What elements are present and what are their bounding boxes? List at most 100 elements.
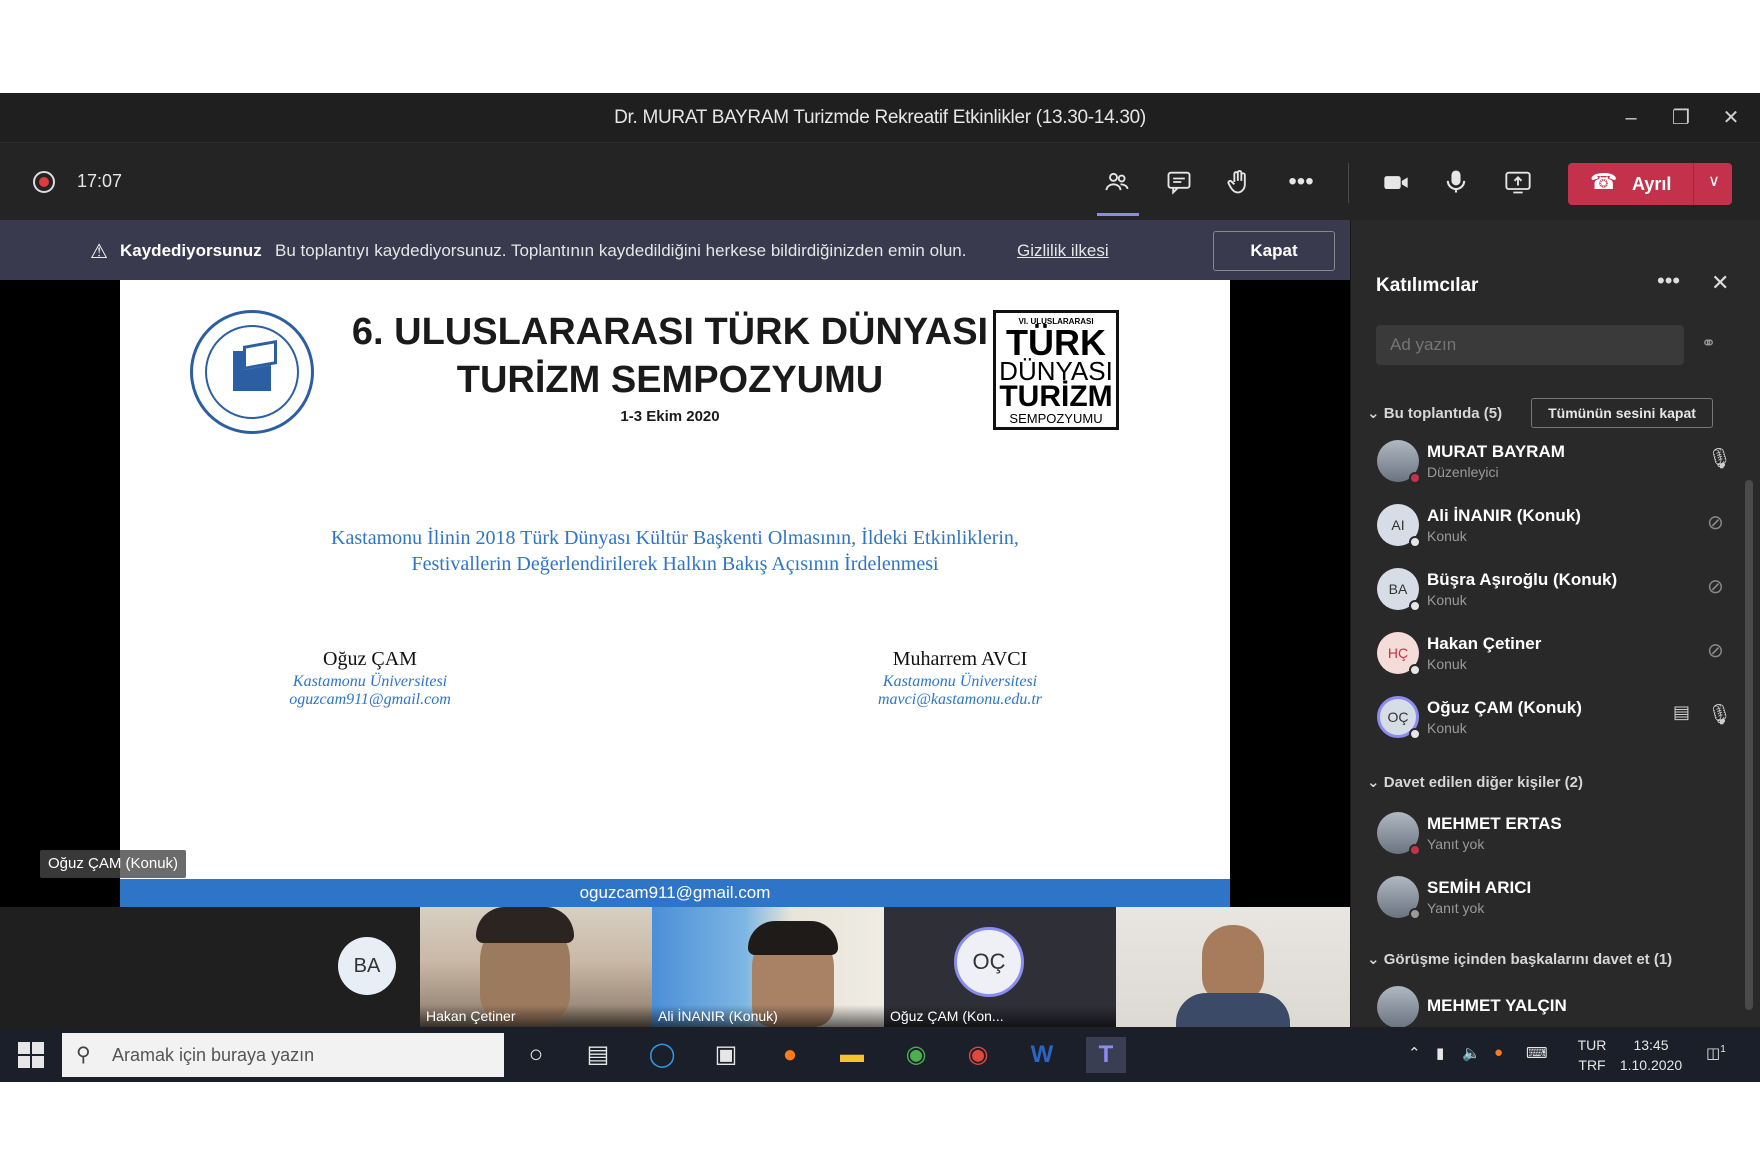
chrome-icon[interactable]: ◉ (896, 1037, 936, 1073)
participant-row[interactable]: SEMİH ARICI Yanıt yok (1351, 870, 1741, 928)
windows-start-icon[interactable] (18, 1042, 44, 1068)
restore-icon[interactable]: ❐ (1666, 103, 1696, 133)
presentation-slide: 6. ULUSLARARASI TÜRK DÜNYASI TURİZM SEMP… (120, 280, 1230, 907)
minimize-icon[interactable]: – (1616, 103, 1646, 133)
participant-row[interactable]: AI Ali İNANIR (Konuk) Konuk ⊘ (1351, 498, 1741, 556)
more-icon[interactable]: ••• (1281, 163, 1321, 201)
participants-panel: Katılımcılar ••• ✕ ⚭ ⌄ Bu toplantıda (5)… (1350, 220, 1760, 1027)
chrome-profile-icon[interactable]: ◉ (958, 1037, 998, 1073)
teams-window: Dr. MURAT BAYRAM Turizmde Rekreatif Etki… (0, 93, 1760, 1082)
share-invite-icon[interactable]: ⚭ (1701, 333, 1716, 354)
participants-icon[interactable] (1097, 163, 1137, 201)
language-indicator[interactable]: TUR TRF (1576, 1035, 1608, 1075)
recording-banner: ⚠ Kaydediyorsunuz Bu toplantıyı kaydediy… (0, 220, 1350, 280)
battery-icon[interactable]: ▮ (1436, 1044, 1444, 1062)
volume-icon[interactable]: 🔈 (1462, 1044, 1481, 1062)
status-badge (1409, 536, 1421, 548)
teams-icon[interactable]: T (1086, 1037, 1126, 1073)
edge-icon[interactable]: ◯ (642, 1037, 682, 1073)
video-tile[interactable]: OÇ Oğuz ÇAM (Kon... (884, 907, 1116, 1027)
microphone-muted-icon: ⊘ (1707, 512, 1724, 534)
participant-row[interactable]: MEHMET ERTAS Yanıt yok (1351, 806, 1741, 864)
participant-hair (748, 921, 838, 955)
logo-line-4: SEMPOZYUMU (1009, 411, 1103, 426)
warning-icon: ⚠ (90, 241, 108, 263)
toolbar-separator (1348, 163, 1349, 203)
microphone-muted-icon: ⊘ (1707, 576, 1724, 598)
author-name: Oğuz ÇAM (323, 648, 417, 670)
section-suggested[interactable]: ⌄ Görüşme içinden başkalarını davet et (… (1367, 950, 1672, 968)
microphone-icon: 🎙 (1707, 448, 1733, 470)
firefox-icon[interactable]: ● (770, 1037, 810, 1073)
tile-name: Oğuz ÇAM (Kon... (884, 1005, 1116, 1027)
leave-separator (1693, 163, 1694, 205)
slide-title-line1: 6. ULUSLARARASI TÜRK DÜNYASI (351, 311, 989, 353)
status-badge (1409, 844, 1421, 856)
camera-icon[interactable] (1376, 163, 1416, 201)
meeting-toolbar: 17:07 ••• ☎ Ayrıl ∨ (0, 143, 1760, 220)
video-tile[interactable] (1116, 907, 1350, 1027)
avatar (1377, 986, 1419, 1027)
task-view-icon[interactable]: ▤ (578, 1037, 618, 1073)
section-in-meeting[interactable]: ⌄ Bu toplantıda (5) (1367, 404, 1502, 422)
banner-close-button[interactable]: Kapat (1213, 231, 1335, 271)
participant-row[interactable]: MEHMET YALÇIN (1351, 980, 1741, 1027)
participant-search-input[interactable] (1376, 325, 1684, 365)
cortana-icon[interactable]: ○ (516, 1037, 556, 1073)
presenter-name-tag: Oğuz ÇAM (Konuk) (40, 850, 187, 878)
participant-name: Oğuz ÇAM (Konuk) (1427, 698, 1582, 717)
chevron-up-icon[interactable]: ⌃ (1408, 1044, 1421, 1062)
leave-label: Ayrıl (1632, 174, 1672, 194)
participant-video (1202, 925, 1264, 1003)
privacy-policy-link[interactable]: Gizlilik ilkesi (1017, 241, 1109, 261)
participant-role: Yanıt yok (1427, 900, 1485, 916)
close-icon[interactable]: ✕ (1711, 270, 1729, 296)
section-label: Bu toplantıda (5) (1383, 405, 1503, 422)
chat-icon[interactable] (1159, 163, 1199, 201)
file-explorer-icon[interactable]: ▬ (832, 1037, 872, 1073)
chevron-down-icon[interactable]: ∨ (1700, 171, 1728, 191)
video-tile[interactable]: Hakan Çetiner (420, 907, 652, 1027)
share-screen-icon[interactable] (1498, 163, 1538, 201)
raise-hand-icon[interactable] (1219, 163, 1259, 201)
avatar[interactable]: BA (338, 937, 396, 995)
leave-button[interactable]: ☎ Ayrıl ∨ (1568, 163, 1732, 205)
scrollbar[interactable] (1745, 480, 1753, 1010)
word-icon[interactable]: W (1022, 1037, 1062, 1073)
taskbar-search-input[interactable]: ⚲ Aramak için buraya yazın (62, 1033, 504, 1077)
keyboard-icon[interactable]: ⌨ (1526, 1044, 1548, 1062)
slide-title: 6. ULUSLARARASI TÜRK DÜNYASI TURİZM SEMP… (280, 308, 1060, 404)
window-title: Dr. MURAT BAYRAM Turizmde Rekreatif Etki… (614, 107, 1146, 128)
video-strip: BA Hakan Çetiner Ali İNANIR (Konuk) OÇ O… (0, 907, 1350, 1027)
paper-title: Kastamonu İlinin 2018 Türk Dünyası Kültü… (270, 525, 1080, 577)
mute-all-button[interactable]: Tümünün sesini kapat (1531, 398, 1713, 428)
participant-role: Yanıt yok (1427, 836, 1485, 852)
panel-title: Katılımcılar (1376, 275, 1479, 296)
participant-name: Büşra Aşıroğlu (Konuk) (1427, 570, 1618, 589)
status-badge (1409, 728, 1421, 740)
section-invited[interactable]: ⌄ Davet edilen diğer kişiler (2) (1367, 773, 1583, 791)
language-top: TUR (1577, 1037, 1607, 1053)
sharing-icon: ▤ (1673, 702, 1691, 722)
update-icon[interactable]: ● (1494, 1044, 1503, 1061)
microphone-icon[interactable] (1436, 163, 1476, 201)
participant-row[interactable]: BA Büşra Aşıroğlu (Konuk) Konuk ⊘ (1351, 562, 1741, 620)
close-icon[interactable]: ✕ (1716, 103, 1746, 133)
store-icon[interactable]: ▣ (706, 1037, 746, 1073)
participant-role: Konuk (1427, 592, 1467, 608)
video-tile[interactable]: Ali İNANIR (Konuk) (652, 907, 884, 1027)
author-email: oguzcam911@gmail.com (289, 691, 451, 708)
participant-row[interactable]: OÇ Oğuz ÇAM (Konuk) Konuk ▤ 🎙 (1351, 690, 1741, 748)
language-bottom: TRF (1578, 1057, 1606, 1073)
section-label: Davet edilen diğer kişiler (2) (1383, 774, 1583, 791)
notifications-icon[interactable]: ◫1 (1706, 1044, 1726, 1062)
taskbar-clock[interactable]: 13:45 1.10.2020 (1618, 1035, 1684, 1075)
title-bar: Dr. MURAT BAYRAM Turizmde Rekreatif Etki… (0, 93, 1760, 143)
microphone-icon: 🎙 (1707, 704, 1733, 726)
status-badge (1409, 600, 1421, 612)
participant-row[interactable]: HÇ Hakan Çetiner Konuk ⊘ (1351, 626, 1741, 684)
more-icon[interactable]: ••• (1657, 268, 1680, 294)
participant-row[interactable]: MURAT BAYRAM Düzenleyici 🎙 (1351, 434, 1741, 492)
tile-name: Hakan Çetiner (420, 1005, 652, 1027)
participant-role: Konuk (1427, 656, 1467, 672)
